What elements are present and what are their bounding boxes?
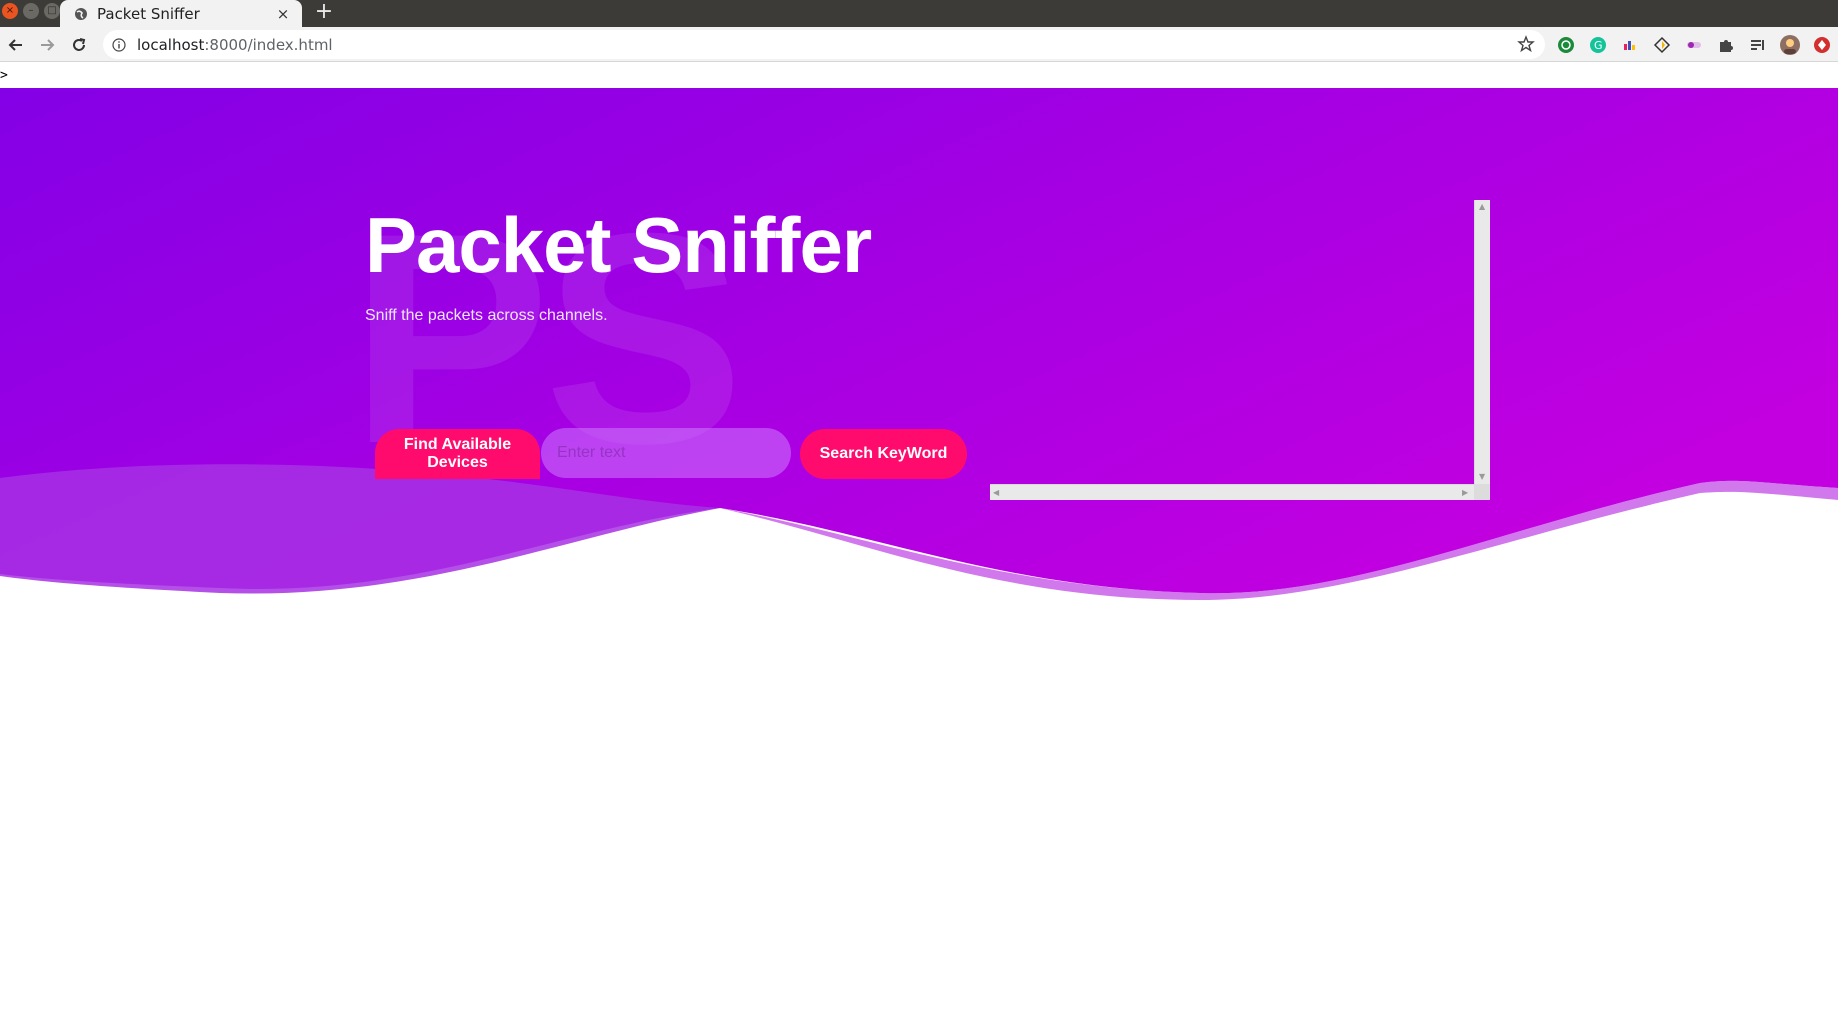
search-keyword-button[interactable]: Search KeyWord <box>800 429 967 479</box>
new-tab-button[interactable]: + <box>312 0 336 27</box>
bookmark-star-icon[interactable] <box>1517 35 1535 53</box>
reload-icon[interactable] <box>66 32 92 58</box>
vertical-scrollbar[interactable]: ▲ ▼ <box>1474 200 1490 484</box>
scroll-corner <box>1474 484 1490 500</box>
find-devices-button[interactable]: Find Available Devices <box>375 429 540 479</box>
tab-packet-sniffer[interactable]: Packet Sniffer × <box>60 0 302 27</box>
window-minimize-button[interactable]: – <box>23 3 39 19</box>
browser-toolbar: localhost:8000/index.html G <box>0 27 1838 62</box>
keyword-input[interactable] <box>541 428 791 478</box>
hero-section: PS Packet Sniffer Sniff the packets acro… <box>0 88 1838 600</box>
forward-arrow-icon[interactable] <box>34 32 60 58</box>
tab-strip: × – □ Packet Sniffer × + <box>0 0 1838 27</box>
media-queue-icon[interactable] <box>1747 34 1769 56</box>
info-icon[interactable] <box>111 37 127 53</box>
back-arrow-icon[interactable] <box>3 32 29 58</box>
grammarly-icon[interactable]: G <box>1587 34 1609 56</box>
window-close-button[interactable]: × <box>2 3 18 19</box>
profile-avatar-icon[interactable] <box>1779 34 1801 56</box>
extensions-area: G <box>1555 33 1833 57</box>
page-title: Packet Sniffer <box>365 201 872 289</box>
output-text[interactable] <box>990 200 1474 484</box>
diamond-icon[interactable] <box>1651 34 1673 56</box>
scroll-right-icon[interactable]: ▶ <box>1462 488 1468 497</box>
svg-text:G: G <box>1594 39 1603 52</box>
horizontal-scrollbar[interactable]: ◀ ▶ <box>990 484 1474 500</box>
hero-background <box>0 88 1838 600</box>
url-text: localhost:8000/index.html <box>137 36 333 54</box>
window-controls: × – □ <box>2 3 60 19</box>
whatsapp-icon[interactable] <box>1555 34 1577 56</box>
page-subtitle: Sniff the packets across channels. <box>365 307 608 324</box>
puzzle-icon[interactable] <box>1715 34 1737 56</box>
toggle-icon[interactable] <box>1683 34 1705 56</box>
window-maximize-button[interactable]: □ <box>44 3 60 19</box>
browser-window: × – □ Packet Sniffer × + localhost:8000/… <box>0 0 1838 1022</box>
url-path: :8000/index.html <box>204 35 333 54</box>
tab-title: Packet Sniffer <box>97 4 200 23</box>
address-bar[interactable]: localhost:8000/index.html <box>103 30 1545 59</box>
scroll-left-icon[interactable]: ◀ <box>993 488 999 497</box>
color-bars-icon[interactable] <box>1619 34 1641 56</box>
stray-text: > <box>0 68 8 83</box>
scroll-down-icon[interactable]: ▼ <box>1479 472 1485 481</box>
tab-close-icon[interactable]: × <box>274 5 292 23</box>
url-host: localhost <box>137 35 205 54</box>
output-textarea[interactable]: ▲ ▼ ◀ ▶ <box>990 200 1490 500</box>
scroll-up-icon[interactable]: ▲ <box>1479 202 1485 211</box>
globe-icon <box>73 6 89 22</box>
record-icon[interactable] <box>1811 34 1833 56</box>
